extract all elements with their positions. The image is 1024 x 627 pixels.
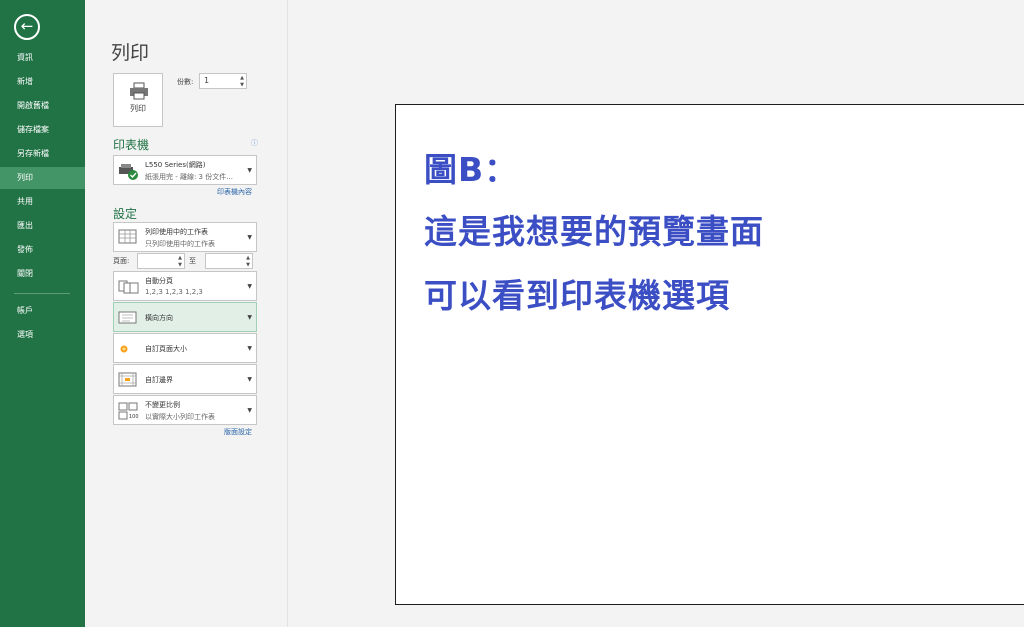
print-scope-desc: 只列印使用中的工作表	[145, 240, 215, 248]
nav-item-save[interactable]: 儲存檔案	[0, 119, 85, 141]
page-setup-link[interactable]: 版面設定	[224, 427, 252, 437]
chevron-down-icon: ▼	[247, 376, 252, 383]
chevron-down-icon: ▼	[247, 407, 252, 414]
nav-item-share[interactable]: 共用	[0, 191, 85, 213]
chevron-down-icon: ▼	[247, 345, 252, 352]
printer-status: 紙張用完 - 離線: 3 份文件...	[145, 173, 233, 181]
print-scope-dropdown[interactable]: 列印使用中的工作表 只列印使用中的工作表 ▼	[113, 222, 257, 252]
nav-item-publish[interactable]: 發佈	[0, 239, 85, 261]
print-button[interactable]: 列印	[113, 73, 163, 127]
collation-title: 自動分頁	[145, 277, 173, 285]
print-settings-panel: 列印 列印 份數: 1 ▲ ▼ 印表機 ⓘ L550 Series(網路) 紙張…	[85, 0, 288, 627]
paper-size-icon	[120, 345, 128, 353]
print-scope-title: 列印使用中的工作表	[145, 228, 208, 236]
paper-size-value: 自訂頁面大小	[145, 345, 187, 353]
nav-item-account[interactable]: 帳戶	[0, 300, 85, 322]
spin-up-icon[interactable]: ▲	[240, 76, 244, 81]
preview-annotation-line3: 可以看到印表機選項	[424, 276, 730, 315]
chevron-down-icon: ▼	[247, 314, 252, 321]
orientation-value: 橫向方向	[145, 314, 173, 322]
spin-down-icon[interactable]: ▼	[246, 263, 250, 268]
nav-item-open[interactable]: 開啟舊檔	[0, 95, 85, 117]
scaling-title: 不變更比例	[145, 401, 180, 409]
margins-value: 自訂邊界	[145, 376, 173, 384]
nav-item-info[interactable]: 資訊	[0, 47, 85, 69]
nav-item-close[interactable]: 關閉	[0, 263, 85, 285]
copies-label: 份數:	[177, 78, 194, 86]
settings-heading: 設定	[113, 207, 138, 221]
spin-down-icon[interactable]: ▼	[178, 263, 182, 268]
to-label: 至	[189, 257, 196, 265]
collate-icon	[118, 280, 139, 294]
copies-value: 1	[204, 76, 210, 85]
back-arrow-icon[interactable]: ←	[14, 14, 40, 40]
scaling-icon: 100	[118, 402, 139, 420]
backstage-sidebar: ← 資訊 新增 開啟舊檔 儲存檔案 另存新檔 列印 共用 匯出 發佈 關閉 帳戶…	[0, 0, 85, 627]
preview-annotation-line1: 圖B：	[424, 150, 519, 189]
nav-item-export[interactable]: 匯出	[0, 215, 85, 237]
pages-label: 頁面:	[113, 257, 130, 265]
scaling-dropdown[interactable]: 100 不變更比例 以實際大小列印工作表 ▼	[113, 395, 257, 425]
nav-item-print[interactable]: 列印	[0, 167, 85, 189]
page-title: 列印	[111, 42, 150, 64]
margins-dropdown[interactable]: 自訂邊界 ▼	[113, 364, 257, 394]
printer-name: L550 Series(網路)	[145, 161, 206, 169]
printer-status-icon	[119, 164, 138, 180]
info-icon[interactable]: ⓘ	[251, 138, 258, 148]
spin-up-icon[interactable]: ▲	[178, 256, 182, 261]
collation-desc: 1,2,3 1,2,3 1,2,3	[145, 288, 203, 296]
chevron-down-icon: ▼	[247, 283, 252, 290]
sheet-icon	[118, 229, 137, 244]
spin-down-icon[interactable]: ▼	[240, 83, 244, 88]
paper-size-dropdown[interactable]: 自訂頁面大小 ▼	[113, 333, 257, 363]
scaling-desc: 以實際大小列印工作表	[145, 413, 215, 421]
printer-dropdown[interactable]: L550 Series(網路) 紙張用完 - 離線: 3 份文件... ▼	[113, 155, 257, 185]
print-button-label: 列印	[130, 104, 146, 113]
spin-up-icon[interactable]: ▲	[246, 256, 250, 261]
page-from-input[interactable]: ▲ ▼	[137, 253, 185, 269]
nav-item-new[interactable]: 新增	[0, 71, 85, 93]
margins-icon	[118, 372, 137, 387]
printer-icon	[130, 82, 148, 100]
chevron-down-icon: ▼	[247, 167, 252, 174]
print-preview-page: 圖B： 這是我想要的預覽畫面 可以看到印表機選項	[395, 104, 1024, 605]
orientation-dropdown[interactable]: 橫向方向 ▼	[113, 302, 257, 332]
printer-properties-link[interactable]: 印表機內容	[217, 187, 252, 197]
collation-dropdown[interactable]: 自動分頁 1,2,3 1,2,3 1,2,3 ▼	[113, 271, 257, 301]
chevron-down-icon: ▼	[247, 234, 252, 241]
nav-item-options[interactable]: 選項	[0, 324, 85, 346]
landscape-icon	[118, 311, 137, 324]
nav-item-save-as[interactable]: 另存新檔	[0, 143, 85, 165]
svg-text:100: 100	[129, 414, 139, 420]
copies-stepper[interactable]: 1 ▲ ▼	[199, 73, 247, 89]
preview-annotation-line2: 這是我想要的預覽畫面	[424, 212, 764, 251]
nav-divider	[14, 293, 70, 294]
page-to-input[interactable]: ▲ ▼	[205, 253, 253, 269]
printer-heading: 印表機	[113, 138, 150, 152]
